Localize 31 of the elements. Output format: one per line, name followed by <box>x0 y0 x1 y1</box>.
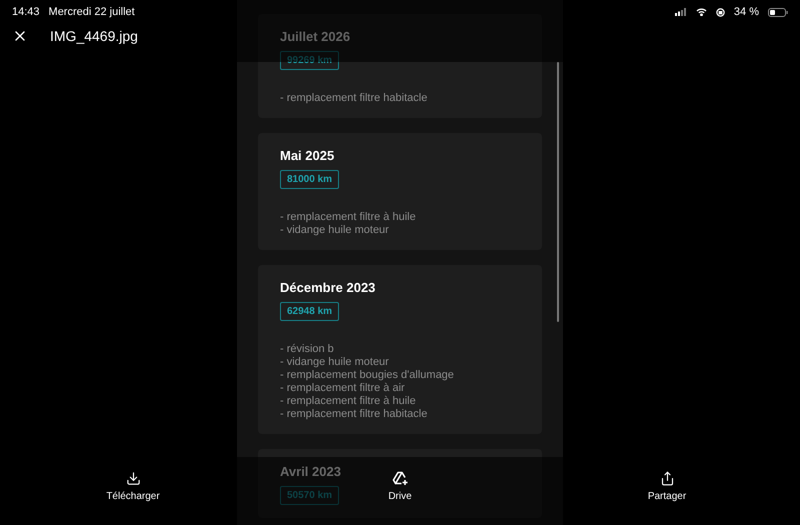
status-date: Mercredi 22 juillet <box>48 6 135 18</box>
drive-add-icon <box>392 471 408 486</box>
battery-icon <box>768 8 788 16</box>
card-title: Mai 2025 <box>280 148 334 164</box>
mileage-tag: 81000 km <box>280 170 340 189</box>
mileage-tag: 50570 km <box>280 486 340 505</box>
service-item: - révision b <box>280 343 335 356</box>
service-item: - remplacement filtre habitacle <box>280 92 428 105</box>
service-item: - remplacement filtre à huile <box>280 211 416 224</box>
status-time: 14:43 <box>12 6 40 18</box>
mileage-tag: 99269 km <box>280 51 340 70</box>
battery-percentage: 34 % <box>734 6 759 18</box>
download-icon <box>126 471 140 486</box>
wifi-icon <box>696 8 707 16</box>
service-item: - vidange huile moteur <box>280 356 390 369</box>
card-title: Décembre 2023 <box>280 280 376 296</box>
rotation-lock-icon <box>716 8 725 16</box>
mileage-tag: 62948 km <box>280 302 340 321</box>
share-icon <box>660 471 674 486</box>
file-name: IMG_4469.jpg <box>50 28 138 44</box>
service-item: - remplacement filtre à huile <box>280 395 417 408</box>
card-title: Avril 2023 <box>280 464 341 480</box>
service-item: - remplacement filtre à air <box>280 382 406 395</box>
service-item: - remplacement filtre habitacle <box>280 408 428 421</box>
service-item: - remplacement bougies d'allumage <box>280 369 454 382</box>
drive-button[interactable]: Drive <box>340 471 460 525</box>
signal-icon <box>674 8 687 16</box>
service-item: - vidange huile moteur <box>280 224 390 237</box>
download-button[interactable]: Télécharger <box>73 471 193 525</box>
card-title: Juillet 2026 <box>280 29 350 45</box>
share-button[interactable]: Partager <box>607 471 727 525</box>
